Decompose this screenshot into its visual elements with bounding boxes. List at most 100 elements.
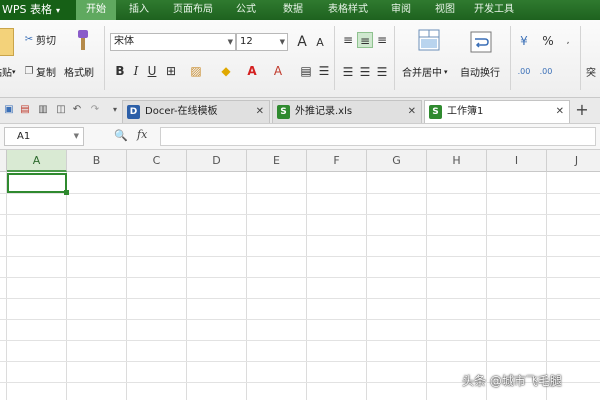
preview-icon[interactable]: ◫ — [54, 103, 68, 117]
shrink-font-icon: A — [316, 36, 324, 49]
align-top-button[interactable]: ≡ — [340, 32, 356, 48]
increase-decimal-button[interactable]: .00 — [514, 64, 534, 80]
close-icon[interactable]: ✕ — [256, 101, 264, 123]
fill-color-button[interactable]: ◆ — [218, 63, 234, 79]
column-header[interactable]: D — [187, 150, 247, 172]
ribbon-divider — [580, 26, 581, 90]
column-header[interactable]: I — [487, 150, 547, 172]
column-header[interactable]: F — [307, 150, 367, 172]
redo-icon[interactable]: ↷ — [88, 103, 102, 117]
ribbon-divider — [334, 26, 335, 90]
undo-icon[interactable]: ↶ — [70, 103, 84, 117]
indent-button[interactable]: ☰ — [316, 63, 332, 79]
app-brand-label: WPS 表格 — [2, 3, 52, 16]
cut-button[interactable]: ✂ 剪切 — [22, 32, 56, 47]
menu-tab[interactable]: 插入 — [116, 0, 162, 20]
align-left-button[interactable]: ☰ — [340, 64, 356, 80]
active-cell[interactable] — [7, 173, 69, 195]
paste-icon[interactable] — [0, 28, 14, 56]
column-gridline — [66, 172, 67, 400]
align-middle-button[interactable]: ≡ — [357, 32, 373, 48]
doc-tab-label: 工作簿1 — [447, 106, 484, 117]
copy-button[interactable]: ❐ 复制 — [22, 64, 56, 79]
formula-input[interactable] — [160, 127, 596, 146]
merge-center-icon[interactable] — [418, 28, 440, 54]
select-all-corner[interactable] — [0, 150, 7, 172]
paste-label: 粘贴 — [0, 68, 12, 79]
row-gridline — [0, 298, 600, 299]
menu-tab[interactable]: 数据 — [268, 0, 318, 20]
menu-tab[interactable]: 视图 — [424, 0, 466, 20]
sheet-grid[interactable]: ABCDEFGHIJ — [0, 150, 600, 400]
print-icon[interactable]: ▥ — [36, 103, 50, 117]
menu-tab[interactable]: 公式 — [224, 0, 268, 20]
close-icon[interactable]: ✕ — [556, 101, 564, 123]
column-header[interactable]: C — [127, 150, 187, 172]
doc-tab[interactable]: S 外推记录.xls ✕ — [272, 100, 422, 123]
format-painter-icon[interactable] — [70, 28, 92, 54]
column-header[interactable]: A — [7, 150, 67, 172]
align-right-button[interactable]: ☰ — [374, 64, 390, 80]
menu-tab[interactable]: 表格样式 — [318, 0, 378, 20]
font-name-value: 宋体 — [114, 36, 134, 47]
font-color-icon: A — [247, 64, 257, 78]
column-header[interactable]: H — [427, 150, 487, 172]
zoom-icon[interactable]: 🔍 — [114, 129, 128, 142]
new-tab-button[interactable]: + — [572, 102, 592, 120]
underline-icon: U — [147, 64, 157, 78]
ribbon-divider — [394, 26, 395, 90]
align-center-button[interactable]: ☰ — [357, 64, 373, 80]
menu-tab[interactable]: 审阅 — [378, 0, 424, 20]
bold-button[interactable]: B — [112, 63, 128, 79]
clear-format-button[interactable]: A — [270, 63, 286, 79]
fill-style-button[interactable]: ▨ — [188, 63, 204, 79]
font-name-select[interactable]: 宋体 ▼ — [110, 33, 236, 51]
menu-tab[interactable]: 页面布局 — [162, 0, 224, 20]
column-gridline — [126, 172, 127, 400]
merge-center-button[interactable]: 合并居中 ▾ — [402, 64, 448, 80]
border-button[interactable]: ⊞ — [163, 63, 179, 79]
doc-tab[interactable]: D Docer-在线模板 ✕ — [122, 100, 270, 123]
percent-button[interactable]: % — [540, 33, 556, 49]
wrap-text-icon[interactable] — [470, 30, 492, 54]
shrink-font-button[interactable]: A — [312, 35, 328, 51]
document-tab-bar: ▣ ▤ ▥ ◫ ↶ ↷ ▾ D Docer-在线模板 ✕ S 外推记录.xls … — [0, 98, 600, 124]
app-menu-button[interactable]: WPS 表格 ▾ — [0, 0, 76, 20]
align-bottom-button[interactable]: ≡ — [374, 32, 390, 48]
save-icon[interactable]: ▣ — [2, 103, 16, 117]
grow-font-button[interactable]: A — [294, 34, 310, 50]
close-icon[interactable]: ✕ — [408, 101, 416, 123]
text-direction-button[interactable]: ▤ — [298, 63, 314, 79]
number-format-button[interactable]: ¥ — [516, 33, 532, 49]
column-header[interactable]: B — [67, 150, 127, 172]
paste-button[interactable]: 粘贴▾ — [0, 64, 16, 80]
quick-access-dropdown-icon[interactable]: ▾ — [108, 103, 122, 117]
name-box-value: A1 — [17, 131, 31, 142]
comma-style-button[interactable]: , — [560, 33, 576, 49]
name-box[interactable]: A1 ▼ — [4, 127, 84, 146]
format-painter-button[interactable]: 格式刷 — [64, 64, 94, 79]
font-size-select[interactable]: 12 ▼ — [236, 33, 288, 51]
menu-tab[interactable]: 开始 — [76, 0, 116, 20]
row-gridline — [0, 235, 600, 236]
align-right-icon: ☰ — [376, 65, 388, 79]
docer-icon: D — [127, 105, 140, 119]
column-header[interactable]: J — [547, 150, 600, 172]
function-icon[interactable]: fx — [137, 128, 147, 141]
menu-tab[interactable]: 开发工具 — [466, 0, 522, 20]
column-header[interactable]: E — [247, 150, 307, 172]
ribbon-overflow-button[interactable]: 突 — [586, 64, 596, 79]
print-preview-icon[interactable]: ▤ — [18, 103, 32, 117]
underline-button[interactable]: U — [144, 63, 160, 79]
column-header[interactable]: G — [367, 150, 427, 172]
italic-button[interactable]: I — [128, 63, 144, 79]
grow-font-icon: A — [297, 34, 307, 50]
spreadsheet-icon: S — [277, 105, 290, 119]
align-left-icon: ☰ — [342, 65, 354, 79]
row-gridline — [0, 256, 600, 257]
decrease-decimal-button[interactable]: .00 — [536, 64, 556, 80]
font-color-button[interactable]: A — [244, 63, 260, 79]
wrap-text-button[interactable]: 自动换行 — [460, 64, 500, 79]
doc-tab-active[interactable]: S 工作簿1 ✕ — [424, 100, 570, 123]
ribbon-overflow-label: 突 — [586, 68, 596, 79]
